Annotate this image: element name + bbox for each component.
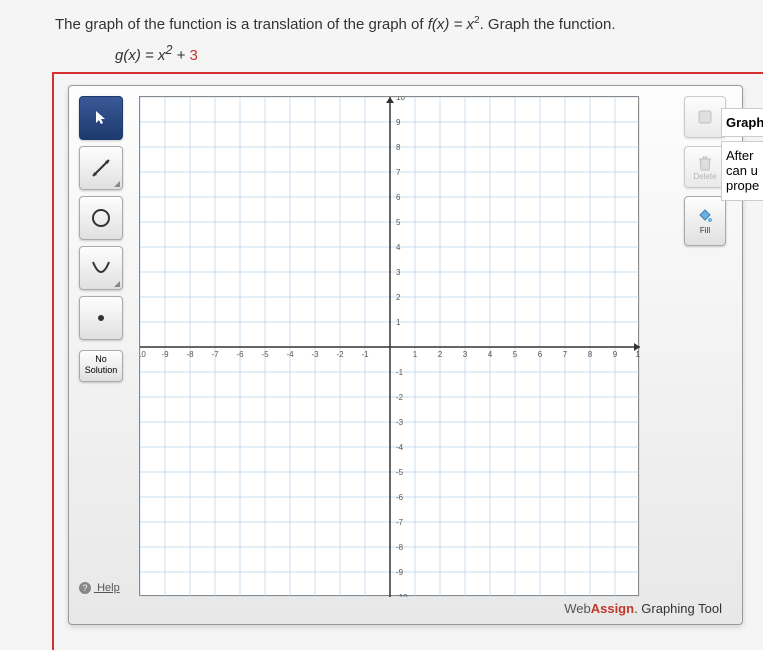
svg-text:2: 2 [438,350,443,359]
svg-text:1: 1 [413,350,418,359]
svg-text:5: 5 [396,218,401,227]
svg-text:3: 3 [463,350,468,359]
point-tool[interactable] [79,296,123,340]
clear-button[interactable] [684,96,726,138]
svg-text:2: 2 [396,293,401,302]
coordinate-grid[interactable]: -10 -9 -8 -7 -6 -5 -4 -3 -2 -1 1 2 3 4 5 6 7 8 9 10 -10 -9 -8 -… [139,96,639,596]
svg-text:-4: -4 [286,350,294,359]
svg-text:3: 3 [396,268,401,277]
pointer-icon [93,110,109,126]
panel-tab-graph[interactable]: Graph [721,108,763,137]
dropdown-corner-icon [114,281,120,287]
svg-text:4: 4 [396,243,401,252]
svg-text:-9: -9 [396,568,404,577]
parabola-tool[interactable] [79,246,123,290]
svg-text:-3: -3 [311,350,319,359]
svg-text:-5: -5 [396,468,404,477]
branding-text: WebAssign. Graphing Tool [564,601,722,616]
dropdown-corner-icon [114,181,120,187]
fill-icon [696,208,714,226]
svg-text:10: 10 [636,350,640,359]
answer-area-border-top [52,72,763,74]
svg-text:10: 10 [396,97,405,102]
question-text: The graph of the function is a translati… [0,0,763,38]
svg-text:4: 4 [488,350,493,359]
grid-svg: -10 -9 -8 -7 -6 -5 -4 -3 -2 -1 1 2 3 4 5 6 7 8 9 10 -10 -9 -8 -… [140,97,640,597]
svg-text:-8: -8 [396,543,404,552]
eraser-icon [696,108,714,126]
circle-icon [89,206,113,230]
line-icon [89,156,113,180]
trash-icon [696,154,714,172]
svg-text:-2: -2 [396,393,404,402]
svg-text:-7: -7 [211,350,219,359]
svg-text:5: 5 [513,350,518,359]
answer-area-border-left [52,72,54,650]
circle-tool[interactable] [79,196,123,240]
svg-text:1: 1 [396,318,401,327]
svg-text:8: 8 [588,350,593,359]
line-tool[interactable] [79,146,123,190]
svg-text:-1: -1 [396,368,404,377]
pointer-tool[interactable] [79,96,123,140]
no-solution-button[interactable]: No Solution [79,350,123,382]
svg-text:-4: -4 [396,443,404,452]
svg-text:-1: -1 [361,350,369,359]
help-link[interactable]: Help [79,582,120,594]
svg-text:-7: -7 [396,518,404,527]
parabola-icon [89,256,113,280]
svg-text:-3: -3 [396,418,404,427]
svg-text:7: 7 [396,168,401,177]
svg-text:-8: -8 [186,350,194,359]
svg-text:-10: -10 [140,350,146,359]
svg-text:-10: -10 [396,593,408,597]
svg-text:-6: -6 [396,493,404,502]
svg-text:-9: -9 [161,350,169,359]
panel-tab-info[interactable]: After can u prope [721,141,763,201]
point-icon [89,306,113,330]
svg-text:7: 7 [563,350,568,359]
side-panel: Graph After can u prope [721,108,763,205]
delete-button[interactable]: Delete [684,146,726,188]
svg-text:9: 9 [396,118,401,127]
svg-text:6: 6 [396,193,401,202]
svg-text:8: 8 [396,143,401,152]
fill-button[interactable]: Fill [684,196,726,246]
tool-palette: No Solution [79,96,131,382]
svg-text:9: 9 [613,350,618,359]
svg-text:-2: -2 [336,350,344,359]
svg-text:-6: -6 [236,350,244,359]
svg-text:-5: -5 [261,350,269,359]
graphing-tool: No Solution Help -10 -9 -8 -7 -6 -5 -4 -3 -2 -1 1 2… [68,85,743,625]
equation-text: g(x) = x2 + 3 [0,38,763,74]
svg-text:6: 6 [538,350,543,359]
